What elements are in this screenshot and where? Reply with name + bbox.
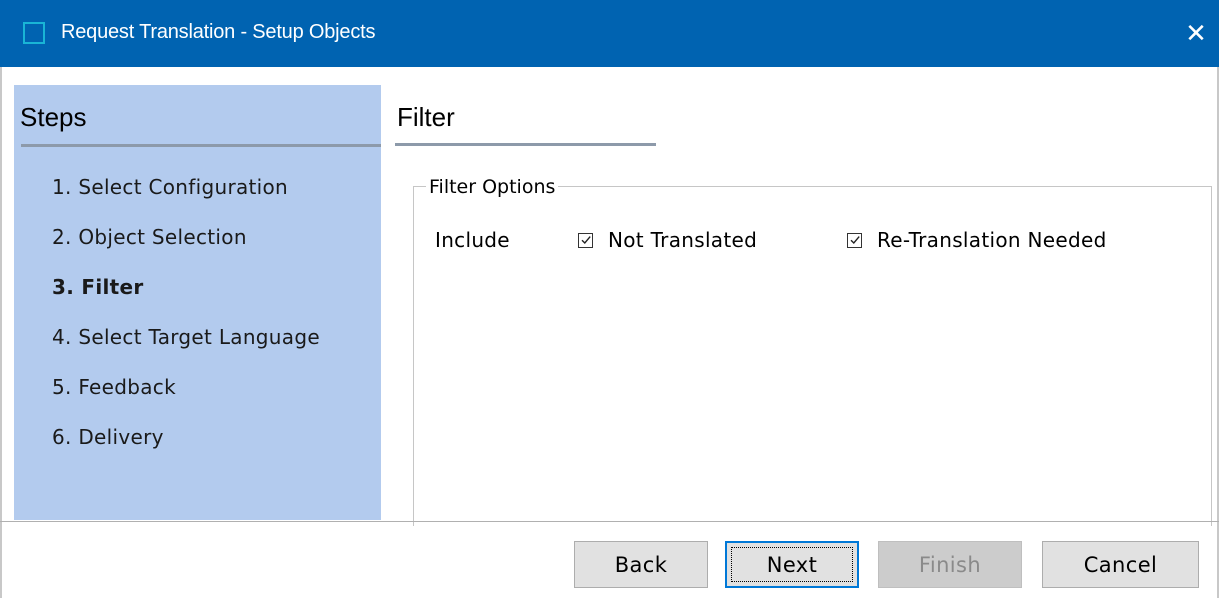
steps-heading-underline [21,144,381,147]
page-title-underline [395,143,656,146]
next-button[interactable]: Next [725,541,859,588]
step-delivery[interactable]: 6. Delivery [52,423,320,473]
step-feedback[interactable]: 5. Feedback [52,373,320,423]
page-title: Filter [397,102,455,132]
footer-separator [0,521,1219,522]
include-label: Include [435,228,510,252]
not-translated-label: Not Translated [608,228,758,252]
steps-panel: Steps 1. Select Configuration 2. Object … [14,85,381,520]
step-select-configuration[interactable]: 1. Select Configuration [52,173,320,223]
step-object-selection[interactable]: 2. Object Selection [52,223,320,273]
finish-button[interactable]: Finish [878,541,1022,588]
steps-list: 1. Select Configuration 2. Object Select… [52,173,320,473]
checkbox-checked-icon [578,232,593,248]
close-icon: ✕ [1185,18,1207,48]
window-title: Request Translation - Setup Objects [61,21,376,43]
step-select-target-language[interactable]: 4. Select Target Language [52,323,320,373]
step-filter[interactable]: 3. Filter [52,273,320,323]
checkbox-checked-icon [847,232,862,248]
back-button[interactable]: Back [574,541,708,588]
focus-rectangle [731,547,853,582]
close-button[interactable]: ✕ [1173,0,1219,67]
re-translation-needed-checkbox[interactable]: Re-Translation Needed [847,228,1107,252]
re-translation-needed-label: Re-Translation Needed [877,228,1107,252]
steps-heading: Steps [20,102,87,132]
window-frame-left [0,67,2,598]
window-icon [23,22,45,44]
cancel-button[interactable]: Cancel [1042,541,1199,588]
title-bar: Request Translation - Setup Objects ✕ [0,0,1219,67]
not-translated-checkbox[interactable]: Not Translated [578,228,757,252]
filter-options-legend: Filter Options [426,176,559,198]
